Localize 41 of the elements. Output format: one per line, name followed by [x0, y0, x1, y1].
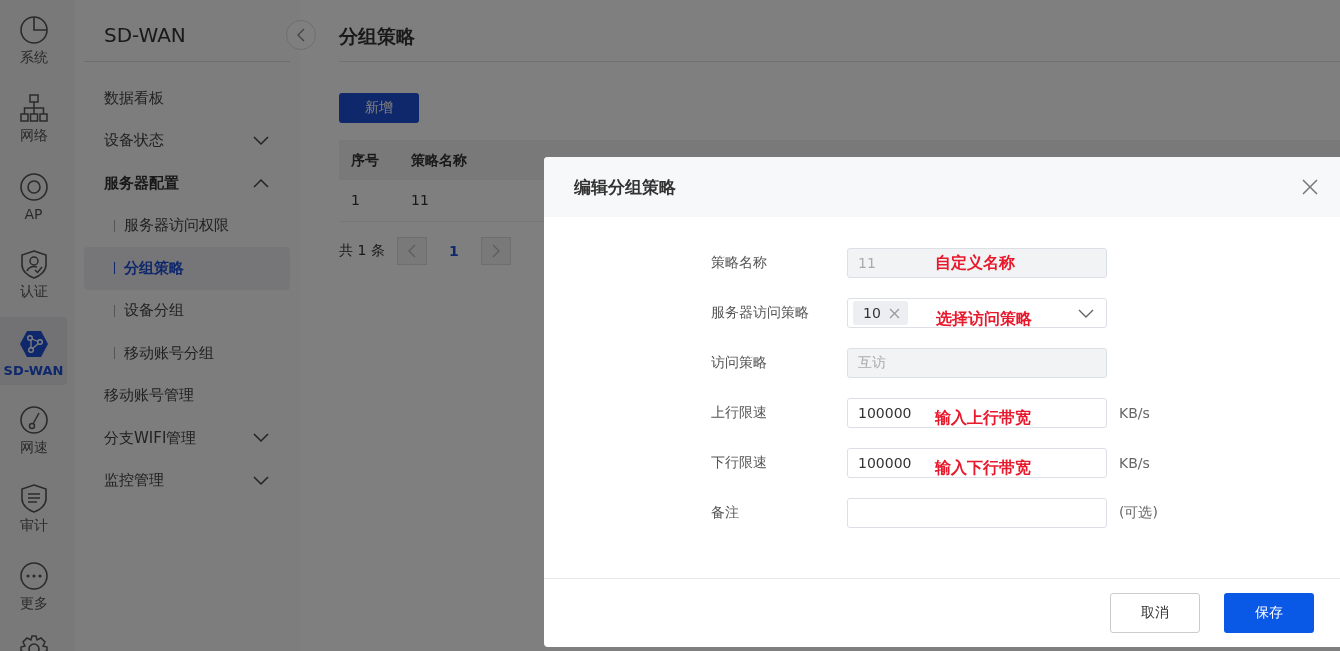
- cancel-button[interactable]: 取消: [1110, 593, 1200, 633]
- menu-item[interactable]: 分支WIFI管理: [84, 417, 290, 460]
- field-label: 上行限速: [711, 404, 768, 422]
- unit-label: (可选): [1119, 504, 1158, 522]
- field-label: 访问策略: [711, 354, 768, 372]
- add-button[interactable]: 新增: [339, 93, 419, 123]
- unit-label: KB/s: [1119, 455, 1150, 471]
- submenu-item[interactable]: 移动账号分组: [84, 332, 290, 375]
- submenu-item[interactable]: 服务器访问权限: [84, 204, 290, 247]
- nav-item[interactable]: 审计: [0, 468, 67, 546]
- table-cell: 1: [339, 180, 399, 222]
- nav-item[interactable]: SD-WAN: [0, 317, 67, 385]
- nav-item[interactable]: 更多: [0, 546, 67, 624]
- total-count: 共 1 条: [339, 242, 385, 260]
- annotation-text: 输入下行带宽: [935, 458, 1031, 479]
- selected-tag: 10: [853, 301, 908, 325]
- nav-item[interactable]: 认证: [0, 234, 67, 312]
- nav-item[interactable]: AP: [0, 156, 67, 234]
- menu-item[interactable]: 移动账号管理: [84, 374, 290, 417]
- menu-item[interactable]: 数据看板: [84, 77, 290, 120]
- save-button[interactable]: 保存: [1224, 593, 1314, 633]
- menu-item[interactable]: 服务器配置: [84, 162, 290, 205]
- nav-item[interactable]: 网速: [0, 390, 67, 468]
- annotation-text: 自定义名称: [935, 253, 1015, 274]
- select-field[interactable]: 10 选择访问策略: [847, 298, 1107, 328]
- column-header: 序号: [339, 140, 399, 180]
- submenu-item[interactable]: 分组策略: [84, 247, 290, 290]
- field-label: 策略名称: [711, 254, 768, 272]
- annotation-text: 输入上行带宽: [935, 408, 1031, 429]
- menu-item[interactable]: 监控管理: [84, 459, 290, 502]
- page-number[interactable]: 1: [438, 243, 469, 259]
- menu-item[interactable]: 设备状态: [84, 119, 290, 162]
- nav-item[interactable]: 系统: [0, 0, 67, 78]
- page-title: 分组策略: [339, 0, 1340, 62]
- annotation-text: 选择访问策略: [936, 309, 1032, 330]
- nav-item[interactable]: 网络: [0, 78, 67, 156]
- submenu-item[interactable]: 设备分组: [84, 289, 290, 332]
- field-label: 服务器访问策略: [711, 304, 810, 322]
- field-label: 下行限速: [711, 454, 768, 472]
- field-label: 备注: [711, 504, 740, 522]
- unit-label: KB/s: [1119, 405, 1150, 421]
